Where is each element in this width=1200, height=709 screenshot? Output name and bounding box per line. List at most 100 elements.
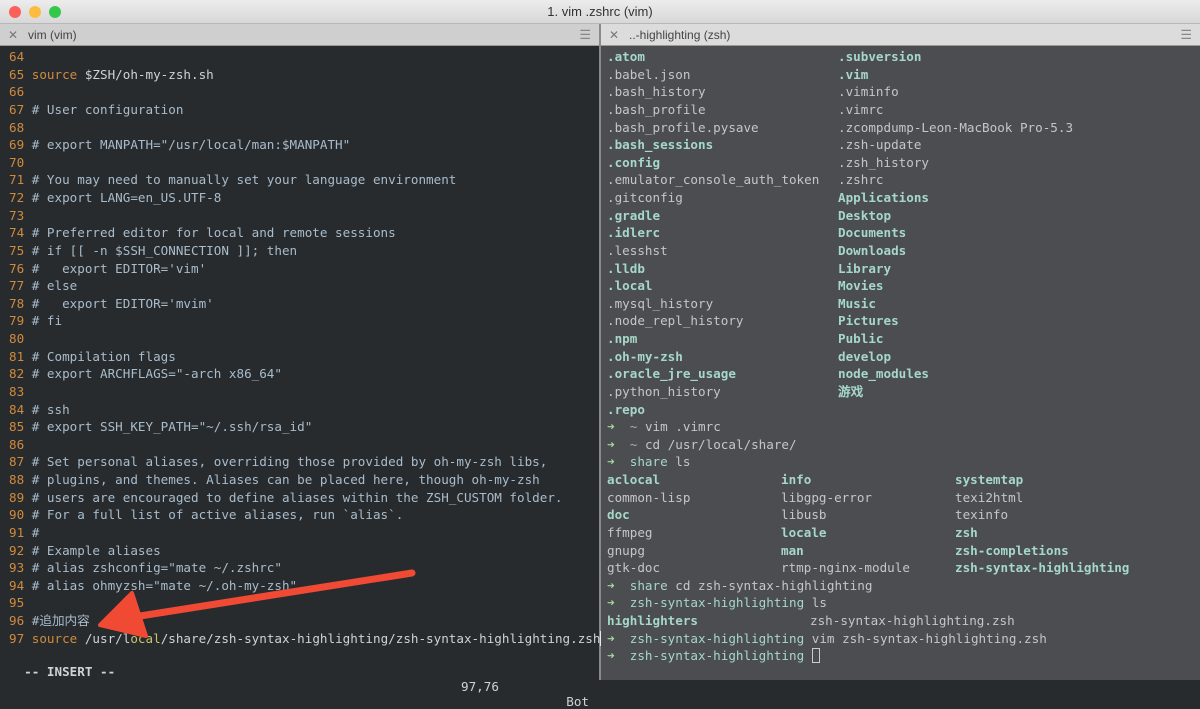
file-entry[interactable]: gtk-doc <box>607 559 660 577</box>
directory-entry[interactable]: Desktop <box>838 207 891 225</box>
code-token: # export SSH_KEY_PATH="~/.ssh/rsa_id" <box>31 419 313 435</box>
file-entry[interactable]: .lesshst <box>607 242 668 260</box>
file-entry[interactable]: texinfo <box>955 506 1008 524</box>
directory-entry[interactable]: Music <box>838 295 876 313</box>
line-number: 67 <box>9 101 25 117</box>
directory-entry[interactable]: .repo <box>607 401 645 419</box>
code-token: source <box>31 66 78 82</box>
code-token: # export EDITOR='mvim' <box>31 295 214 311</box>
line-number: 93 <box>9 560 25 576</box>
file-entry[interactable]: .zsh-update <box>838 136 921 154</box>
file-entry[interactable]: .emulator_console_auth_token <box>607 171 819 189</box>
vim-editor-pane[interactable]: 64 65 source $ZSH/oh-my-zsh.sh 66 67 # Us… <box>0 46 609 680</box>
prompt-arrow-icon: ➜ <box>607 419 615 435</box>
ls-row: gnupg man zsh-completions <box>607 542 1200 560</box>
directory-entry[interactable]: .lldb <box>607 260 645 278</box>
file-entry[interactable]: libgpg-error <box>781 489 872 507</box>
file-entry[interactable]: .python_history <box>607 383 721 401</box>
directory-entry[interactable]: develop <box>838 348 891 366</box>
window-title: 1. vim .zshrc (vim) <box>547 4 653 19</box>
file-entry[interactable]: .mysql_history <box>607 295 713 313</box>
maximize-window-button[interactable] <box>49 6 61 18</box>
directory-entry[interactable]: zsh-completions <box>955 542 1069 560</box>
close-window-button[interactable] <box>9 6 21 18</box>
close-icon[interactable]: ✕ <box>8 24 18 46</box>
directory-entry[interactable]: .idlerc <box>607 224 660 242</box>
directory-entry[interactable]: Downloads <box>838 242 906 260</box>
file-entry[interactable]: .bash_profile.pysave <box>607 119 759 137</box>
file-entry[interactable]: .zsh_history <box>838 154 929 172</box>
directory-entry[interactable]: .subversion <box>838 48 921 66</box>
directory-entry[interactable]: doc <box>607 506 630 524</box>
file-entry[interactable]: .zshrc <box>838 171 884 189</box>
directory-entry[interactable]: .local <box>607 277 653 295</box>
directory-entry[interactable]: aclocal <box>607 471 660 489</box>
line-number: 69 <box>9 137 25 153</box>
close-icon[interactable]: ✕ <box>609 24 619 46</box>
file-entry[interactable]: .babel.json <box>607 66 690 84</box>
editor-line: 64 <box>9 48 599 66</box>
directory-entry[interactable]: Movies <box>838 277 884 295</box>
prompt-line: ➜ ~ cd /usr/local/share/ <box>607 436 1200 454</box>
zsh-terminal-pane[interactable]: .atom .subversion .babel.json .vim .bash_his… <box>601 46 1200 680</box>
editor-line: 94 # alias ohmyzsh="mate ~/.oh-my-zsh" <box>9 577 599 595</box>
directory-entry[interactable]: Public <box>838 330 884 348</box>
directory-entry[interactable]: .oh-my-zsh <box>607 348 683 366</box>
directory-entry[interactable]: .bash_sessions <box>607 136 713 154</box>
tab-vim[interactable]: ✕ vim (vim) ☰ <box>0 24 599 46</box>
file-entry[interactable]: .bash_profile <box>607 101 706 119</box>
code-token: # alias zshconfig="mate ~/.zshrc" <box>31 560 282 576</box>
tab-zsh[interactable]: ✕ ..-highlighting (zsh) ☰ <box>601 24 1200 46</box>
file-entry[interactable]: .gitconfig <box>607 189 683 207</box>
directory-entry[interactable]: .vim <box>838 66 868 84</box>
scroll-position: Bot <box>566 694 589 709</box>
directory-entry[interactable]: 游戏 <box>838 383 863 401</box>
directory-entry[interactable]: Library <box>838 260 891 278</box>
directory-entry[interactable]: Pictures <box>838 312 899 330</box>
file-entry[interactable]: libusb <box>781 506 827 524</box>
directory-entry[interactable]: info <box>781 471 811 489</box>
file-entry[interactable]: ffmpeg <box>607 524 653 542</box>
minimize-window-button[interactable] <box>29 6 41 18</box>
directory-entry[interactable]: man <box>781 542 804 560</box>
directory-entry[interactable]: zsh-syntax-highlighting <box>955 559 1129 577</box>
ls-row: gtk-doc rtmp-nginx-module zsh-syntax-highl… <box>607 559 1200 577</box>
line-number: 65 <box>9 66 25 82</box>
directory-entry[interactable]: Documents <box>838 224 906 242</box>
file-entry[interactable]: .viminfo <box>838 83 899 101</box>
directory-entry[interactable]: .oracle_jre_usage <box>607 365 736 383</box>
file-entry[interactable]: common-lisp <box>607 489 690 507</box>
editor-line: 78 # export EDITOR='mvim' <box>9 295 599 313</box>
vim-status-line: -- INSERT -- 97,76 Bot <box>9 649 589 709</box>
directory-entry[interactable]: .config <box>607 154 660 172</box>
file-entry[interactable]: rtmp-nginx-module <box>781 559 910 577</box>
directory-entry[interactable]: locale <box>781 524 827 542</box>
file-entry[interactable]: zsh-syntax-highlighting.zsh <box>810 612 1015 630</box>
menu-icon[interactable]: ☰ <box>579 24 591 46</box>
file-entry[interactable]: gnupg <box>607 542 645 560</box>
directory-entry[interactable]: .gradle <box>607 207 660 225</box>
directory-entry[interactable]: .atom <box>607 48 645 66</box>
directory-entry[interactable]: highlighters <box>607 612 698 630</box>
line-number: 82 <box>9 366 25 382</box>
directory-entry[interactable]: .npm <box>607 330 637 348</box>
file-entry[interactable]: .zcompdump-Leon-MacBook Pro-5.3 <box>838 119 1073 137</box>
prompt-arrow-icon: ➜ <box>607 454 615 470</box>
directory-entry[interactable]: zsh <box>955 524 978 542</box>
menu-icon[interactable]: ☰ <box>1180 24 1192 46</box>
editor-line: 67 # User configuration <box>9 101 599 119</box>
command-text: vim .vimrc <box>644 419 721 435</box>
editor-line: 72 # export LANG=en_US.UTF-8 <box>9 189 599 207</box>
file-entry[interactable]: .node_repl_history <box>607 312 743 330</box>
prompt-arrow-icon: ➜ <box>607 648 615 664</box>
file-entry[interactable]: .vimrc <box>838 101 884 119</box>
directory-entry[interactable]: node_modules <box>838 365 929 383</box>
file-entry[interactable]: texi2html <box>955 489 1023 507</box>
directory-entry[interactable]: Applications <box>838 189 929 207</box>
code-token: # plugins, and themes. Aliases can be pl… <box>31 472 540 487</box>
command-text: vim zsh-syntax-highlighting.zsh <box>811 630 1047 646</box>
ls-row: .lldb Library <box>607 260 1200 278</box>
directory-entry[interactable]: systemtap <box>955 471 1023 489</box>
file-entry[interactable]: .bash_history <box>607 83 706 101</box>
ls-row: .emulator_console_auth_token .zshrc <box>607 171 1200 189</box>
